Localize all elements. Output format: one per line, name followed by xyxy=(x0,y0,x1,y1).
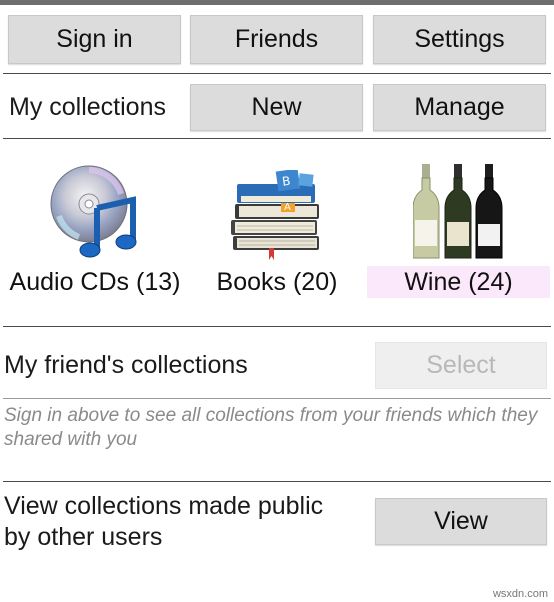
divider xyxy=(3,326,551,327)
collection-tile-books[interactable]: A B Books (20) xyxy=(187,158,367,300)
collection-tile-audio-cds[interactable]: Audio CDs (13) xyxy=(3,158,187,300)
svg-text:A: A xyxy=(284,202,291,213)
divider xyxy=(3,138,551,139)
public-collections-heading-line2: by other users xyxy=(4,523,163,551)
settings-button[interactable]: Settings xyxy=(373,15,546,64)
select-friend-collection-button[interactable]: Select xyxy=(375,342,547,389)
top-status-strip xyxy=(0,0,554,5)
manage-collections-button[interactable]: Manage xyxy=(373,84,546,131)
friends-button[interactable]: Friends xyxy=(190,15,363,64)
divider xyxy=(3,73,551,74)
new-collection-button[interactable]: New xyxy=(190,84,363,131)
books-icon: A B xyxy=(231,170,319,260)
wine-bottles-icon xyxy=(413,164,503,259)
audio-cd-icon xyxy=(50,165,137,258)
friends-collections-heading: My friend's collections xyxy=(4,351,248,379)
collection-label: Wine (24) xyxy=(367,266,550,298)
collection-label: Audio CDs (13) xyxy=(9,267,181,296)
divider xyxy=(3,398,551,399)
watermark: wsxdn.com xyxy=(492,588,548,600)
view-public-collections-button[interactable]: View xyxy=(375,498,547,545)
collection-tile-wine[interactable]: Wine (24) xyxy=(367,158,550,300)
divider xyxy=(3,481,551,482)
collection-label: Books (20) xyxy=(216,267,338,296)
sign-in-hint-text: Sign in above to see all collections fro… xyxy=(4,405,538,450)
public-collections-heading-line1: View collections made public xyxy=(4,492,324,520)
my-collections-heading: My collections xyxy=(9,93,166,121)
sign-in-button[interactable]: Sign in xyxy=(8,15,181,64)
